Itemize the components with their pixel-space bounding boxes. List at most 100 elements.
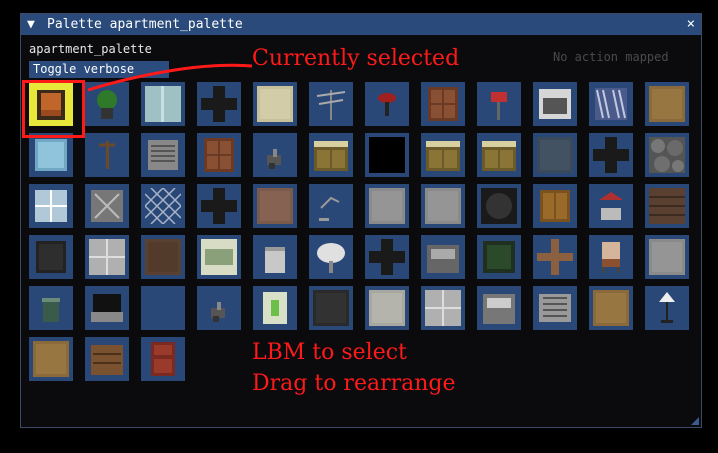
annotation-currently-selected: Currently selected [252, 46, 460, 71]
selection-highlight [22, 80, 85, 138]
palette-tile[interactable] [85, 184, 129, 228]
grey-floor-icon [425, 188, 461, 224]
palette-tile[interactable] [253, 235, 297, 279]
carpet-icon [257, 86, 293, 122]
annotation-lbm: LBM to select [252, 340, 407, 365]
palette-tile[interactable] [253, 184, 297, 228]
palette-tile[interactable] [421, 235, 465, 279]
palette-tile[interactable] [421, 184, 465, 228]
palette-tile[interactable] [29, 235, 73, 279]
palette-tile[interactable] [85, 133, 129, 177]
palette-tile[interactable] [645, 286, 689, 330]
palette-tile[interactable] [645, 184, 689, 228]
well-icon [599, 192, 623, 220]
palette-tile[interactable] [85, 286, 129, 330]
bay-window-icon [35, 190, 67, 222]
satellite-dish-icon [317, 243, 345, 273]
palette-tile[interactable] [477, 235, 521, 279]
palette-tile[interactable] [85, 235, 129, 279]
safe-door-icon [36, 241, 66, 273]
palette-tile[interactable] [421, 133, 465, 177]
resize-grip[interactable] [691, 417, 699, 425]
wall-cross-icon [369, 239, 405, 275]
palette-tile[interactable] [85, 337, 129, 381]
bar-stool-icon [378, 93, 396, 116]
palette-tile[interactable] [477, 82, 521, 126]
faucet-icon [267, 149, 281, 169]
palette-tile[interactable] [421, 286, 465, 330]
palette-tile[interactable] [141, 337, 185, 381]
palette-tile[interactable] [253, 82, 297, 126]
palette-tile[interactable] [533, 286, 577, 330]
palette-tile[interactable] [645, 82, 689, 126]
palette-tile[interactable] [477, 184, 521, 228]
palette-tile[interactable] [589, 184, 633, 228]
tile-floor-icon [89, 239, 125, 275]
wooden-door-icon [428, 87, 458, 121]
palette-tile[interactable] [29, 184, 73, 228]
red-door-icon [151, 342, 175, 376]
faucet-icon [211, 302, 225, 322]
wood-floor-icon [33, 341, 69, 377]
palette-tile[interactable] [645, 133, 689, 177]
window-frame-icon [201, 239, 237, 275]
close-icon[interactable]: × [687, 14, 695, 35]
light-switch-icon [263, 292, 287, 324]
palette-tile[interactable] [309, 286, 353, 330]
concrete-icon [537, 137, 573, 173]
floor-lamp-icon [659, 292, 675, 323]
palette-tile[interactable] [477, 133, 521, 177]
palette-tile[interactable] [29, 337, 73, 381]
palette-tile[interactable] [533, 235, 577, 279]
palette-tile[interactable] [253, 286, 297, 330]
palette-tile[interactable] [309, 235, 353, 279]
light-floor-icon [369, 290, 405, 326]
palette-tile[interactable] [309, 82, 353, 126]
brown-floor-icon [257, 188, 293, 224]
palette-tile[interactable] [197, 184, 241, 228]
collapse-arrow-icon[interactable]: ▼ [27, 14, 35, 35]
palette-tile[interactable] [533, 133, 577, 177]
palette-tile[interactable] [141, 235, 185, 279]
palette-tile[interactable] [197, 235, 241, 279]
sink-icon [427, 245, 459, 273]
void-icon [369, 137, 405, 173]
palette-tile[interactable] [141, 286, 185, 330]
brick-wall-icon [649, 188, 685, 224]
palette-tile[interactable] [29, 133, 73, 177]
coat-rack-icon [99, 141, 115, 169]
palette-tile[interactable] [365, 184, 409, 228]
palette-tile[interactable] [309, 184, 353, 228]
palette-tile[interactable] [309, 133, 353, 177]
palette-tile[interactable] [365, 235, 409, 279]
palette-tile[interactable] [141, 184, 185, 228]
palette-tile[interactable] [533, 184, 577, 228]
dresser-icon [91, 345, 123, 375]
palette-tile[interactable] [477, 286, 521, 330]
palette-tile[interactable] [365, 286, 409, 330]
wardrobe-icon [540, 190, 570, 222]
window-pane-icon [35, 139, 67, 171]
palette-tile[interactable] [197, 133, 241, 177]
curtain-icon [595, 88, 627, 120]
palette-tile[interactable] [29, 286, 73, 330]
palette-tile[interactable] [365, 133, 409, 177]
palette-tile[interactable] [589, 82, 633, 126]
palette-tile[interactable] [141, 133, 185, 177]
palette-tile[interactable] [421, 82, 465, 126]
palette-tile[interactable] [589, 286, 633, 330]
palette-tile[interactable] [253, 133, 297, 177]
trash-can-icon [42, 298, 60, 322]
palette-tile[interactable] [197, 286, 241, 330]
palette-tile[interactable] [533, 82, 577, 126]
palette-tile[interactable] [589, 133, 633, 177]
trash-bin-icon [265, 247, 285, 273]
palette-tile[interactable] [589, 235, 633, 279]
wood-floor-icon [593, 290, 629, 326]
stone-wall-icon [649, 137, 685, 173]
wall-cross-icon [201, 188, 237, 224]
title-bar[interactable]: ▼ Palette apartment_palette × [21, 14, 701, 35]
sink-counter-icon [483, 294, 515, 324]
palette-tile[interactable] [365, 82, 409, 126]
palette-tile[interactable] [645, 235, 689, 279]
